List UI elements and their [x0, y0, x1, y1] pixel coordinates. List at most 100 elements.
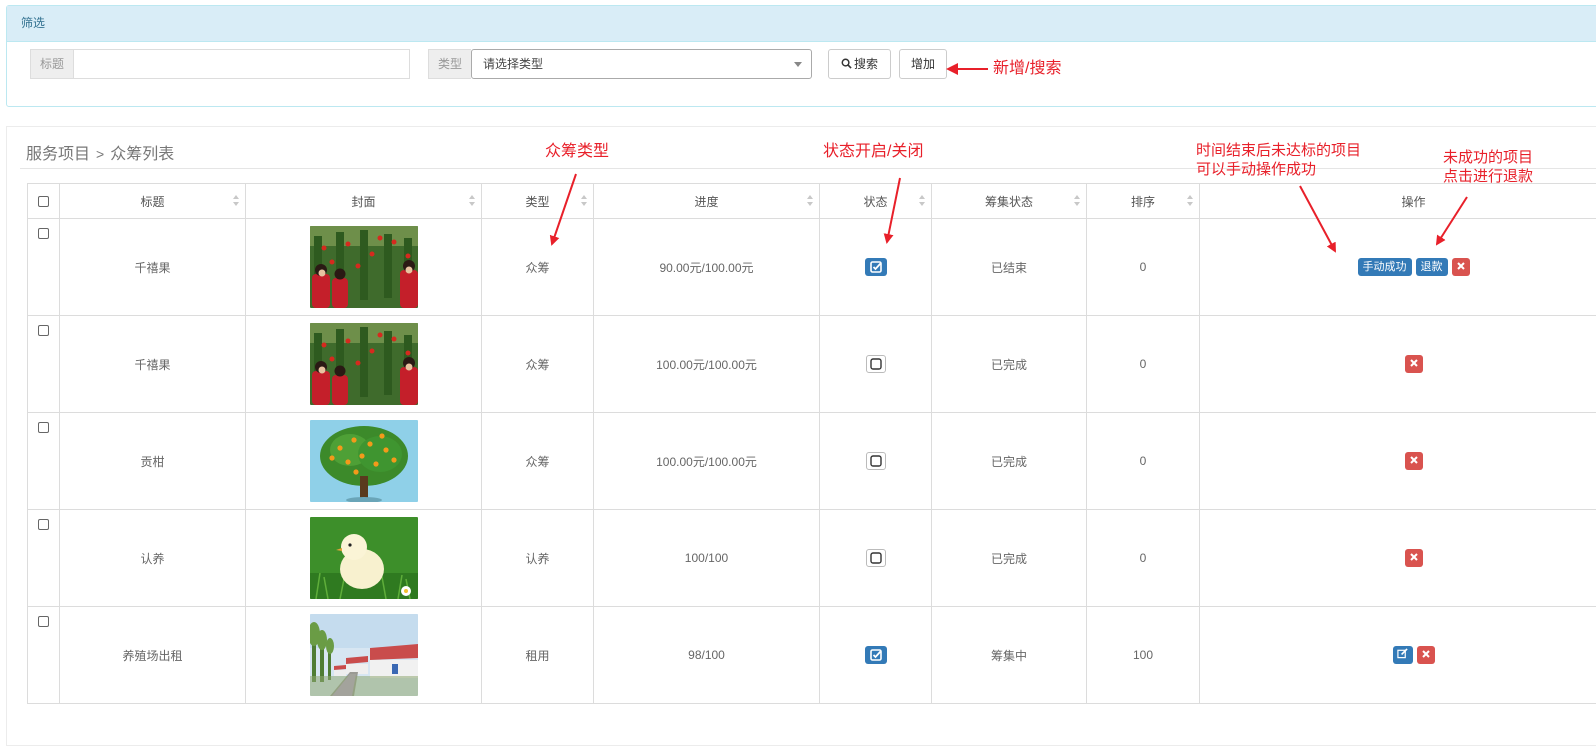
row-type: 认养	[525, 552, 549, 566]
sort-icon[interactable]	[1187, 195, 1193, 207]
check-square-icon	[865, 646, 887, 664]
row-raise-status: 已结束	[991, 261, 1027, 275]
status-off-checkbox[interactable]	[866, 355, 886, 373]
column-header-status[interactable]: 状态	[820, 184, 932, 219]
raise-status-cell: 已结束	[932, 219, 1087, 316]
cover-image	[310, 226, 418, 308]
row-checkbox[interactable]	[38, 616, 49, 627]
column-header-sort[interactable]: 排序	[1087, 184, 1200, 219]
status-on-checkbox[interactable]	[865, 258, 887, 276]
status-off-checkbox[interactable]	[866, 549, 886, 567]
add-button-label: 增加	[911, 57, 935, 71]
title-input[interactable]	[73, 49, 410, 79]
row-checkbox[interactable]	[38, 519, 49, 530]
type-label: 类型	[428, 49, 471, 79]
status-off-checkbox[interactable]	[866, 452, 886, 470]
cover-cell	[246, 413, 482, 510]
sort-icon[interactable]	[1074, 195, 1080, 207]
select-all-checkbox[interactable]	[38, 196, 49, 207]
status-cell	[820, 413, 932, 510]
title-cell: 千禧果	[60, 219, 246, 316]
row-type: 租用	[525, 649, 549, 663]
annotation-refund: 未成功的项目 点击进行退款	[1443, 148, 1533, 186]
title-cell: 千禧果	[60, 316, 246, 413]
delete-button[interactable]	[1417, 646, 1435, 664]
status-on-checkbox[interactable]	[865, 646, 887, 664]
sort-icon[interactable]	[233, 195, 239, 207]
annotation-line: 点击进行退款	[1443, 167, 1533, 186]
delete-button[interactable]	[1405, 452, 1423, 470]
column-header-type[interactable]: 类型	[482, 184, 594, 219]
column-header-title[interactable]: 标题	[60, 184, 246, 219]
select-cell	[28, 413, 60, 510]
row-type: 众筹	[525, 358, 549, 372]
chevron-down-icon	[794, 62, 802, 67]
select-cell	[28, 510, 60, 607]
type-select[interactable]: 请选择类型	[471, 49, 812, 79]
delete-button[interactable]	[1452, 258, 1470, 276]
row-title: 千禧果	[134, 358, 170, 372]
annotation-line: 未成功的项目	[1443, 148, 1533, 167]
search-button[interactable]: 搜索	[828, 49, 891, 79]
row-progress: 100.00元/100.00元	[656, 455, 757, 469]
sort-cell: 0	[1087, 316, 1200, 413]
delete-button[interactable]	[1405, 549, 1423, 567]
progress-cell: 100/100	[594, 510, 820, 607]
title-filter: 标题	[30, 49, 410, 79]
type-select-value: 请选择类型	[483, 57, 543, 71]
type-filter: 类型 请选择类型	[428, 49, 812, 79]
row-checkbox[interactable]	[38, 422, 49, 433]
search-icon	[841, 58, 852, 69]
filter-heading: 筛选	[7, 6, 1596, 42]
table-header-row: 标题 封面 类型 进度 状态 筹集状态 排序 操作	[28, 184, 1596, 219]
sort-icon[interactable]	[807, 195, 813, 207]
status-cell	[820, 219, 932, 316]
annotation-manual-success: 时间结束后未达标的项目 可以手动操作成功	[1196, 141, 1361, 179]
actions-cell: 手动成功退款	[1200, 219, 1596, 316]
row-raise-status: 筹集中	[991, 649, 1027, 663]
row-checkbox[interactable]	[38, 228, 49, 239]
square-icon	[867, 453, 885, 469]
sort-cell: 0	[1087, 219, 1200, 316]
select-cell	[28, 607, 60, 704]
table-row: 贡柑众筹100.00元/100.00元已完成0	[28, 413, 1596, 510]
manual-success-button[interactable]: 手动成功	[1358, 258, 1412, 276]
column-header-label: 标题	[140, 195, 164, 209]
title-cell: 认养	[60, 510, 246, 607]
type-cell: 租用	[482, 607, 594, 704]
column-header-progress[interactable]: 进度	[594, 184, 820, 219]
add-button[interactable]: 增加	[899, 49, 947, 79]
edit-button[interactable]	[1393, 646, 1413, 664]
edit-icon	[1397, 648, 1408, 659]
cover-image	[310, 614, 418, 696]
row-raise-status: 已完成	[991, 552, 1027, 566]
column-header-cover[interactable]: 封面	[246, 184, 482, 219]
select-cell	[28, 316, 60, 413]
row-title: 养殖场出租	[122, 649, 182, 663]
row-sort: 100	[1133, 648, 1153, 662]
refund-button[interactable]: 退款	[1416, 258, 1448, 276]
progress-cell: 100.00元/100.00元	[594, 316, 820, 413]
annotation-add-search: 新增/搜索	[993, 59, 1061, 79]
row-sort: 0	[1140, 551, 1147, 565]
breadcrumb: 服务项目>众筹列表	[26, 140, 174, 164]
row-sort: 0	[1140, 454, 1147, 468]
row-progress: 90.00元/100.00元	[659, 261, 753, 275]
row-checkbox[interactable]	[38, 325, 49, 336]
raise-status-cell: 已完成	[932, 316, 1087, 413]
title-cell: 贡柑	[60, 413, 246, 510]
column-header-label: 操作	[1401, 195, 1425, 209]
raise-status-cell: 已完成	[932, 510, 1087, 607]
type-cell: 众筹	[482, 219, 594, 316]
select-cell	[28, 219, 60, 316]
check-square-icon	[865, 258, 887, 276]
sort-icon[interactable]	[581, 195, 587, 207]
column-header-raise-status[interactable]: 筹集状态	[932, 184, 1087, 219]
column-header-label: 排序	[1131, 195, 1155, 209]
delete-button[interactable]	[1405, 355, 1423, 373]
raise-status-cell: 筹集中	[932, 607, 1087, 704]
breadcrumb-parent[interactable]: 服务项目	[26, 146, 90, 163]
sort-icon[interactable]	[469, 195, 475, 207]
sort-icon[interactable]	[919, 195, 925, 207]
row-title: 贡柑	[140, 455, 164, 469]
